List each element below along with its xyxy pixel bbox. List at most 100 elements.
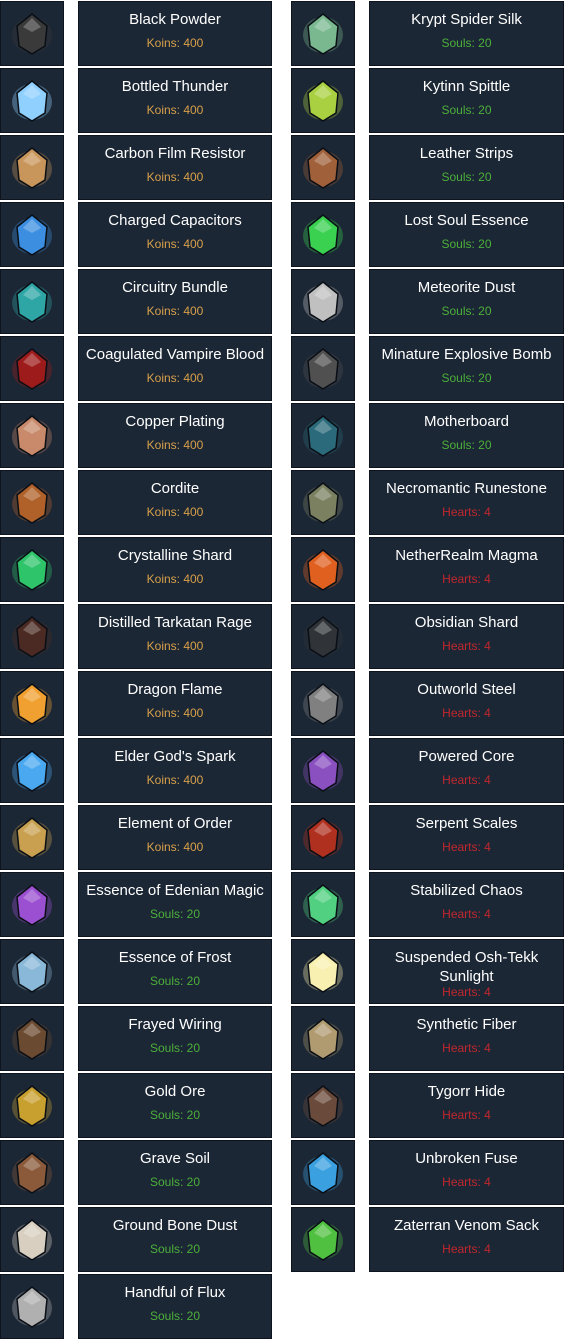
item-cost: Koins: 400 bbox=[146, 706, 204, 720]
necromantic-runestone-icon bbox=[291, 470, 355, 535]
item-card[interactable]: Coagulated Vampire Blood Koins: 400 bbox=[78, 336, 272, 401]
item-name: Handful of Flux bbox=[124, 1284, 226, 1301]
item-card[interactable]: Suspended Osh-Tekk Sunlight Hearts: 4 bbox=[369, 939, 564, 1004]
item-card[interactable]: Leather Strips Souls: 20 bbox=[369, 135, 564, 200]
item-card[interactable]: Outworld Steel Hearts: 4 bbox=[369, 671, 564, 736]
stabilized-chaos-icon bbox=[291, 872, 355, 937]
item-cost: Hearts: 4 bbox=[442, 505, 491, 519]
item-card[interactable]: Obsidian Shard Hearts: 4 bbox=[369, 604, 564, 669]
item-card[interactable]: Copper Plating Koins: 400 bbox=[78, 403, 272, 468]
item-card[interactable]: Essence of Edenian Magic Souls: 20 bbox=[78, 872, 272, 937]
item-cost: Koins: 400 bbox=[146, 237, 204, 251]
item-card[interactable]: Meteorite Dust Souls: 20 bbox=[369, 269, 564, 334]
item-card[interactable]: Element of Order Koins: 400 bbox=[78, 805, 272, 870]
item-card[interactable]: Dragon Flame Koins: 400 bbox=[78, 671, 272, 736]
item-cost: Hearts: 4 bbox=[442, 639, 491, 653]
item-cost: Souls: 20 bbox=[441, 371, 492, 385]
item-cost: Souls: 20 bbox=[441, 36, 492, 50]
item-cost: Koins: 400 bbox=[146, 304, 204, 318]
item-card[interactable]: Frayed Wiring Souls: 20 bbox=[78, 1006, 272, 1071]
item-name: Necromantic Runestone bbox=[386, 480, 547, 497]
outworld-steel-icon bbox=[291, 671, 355, 736]
powered-core-icon bbox=[291, 738, 355, 803]
item-name: Distilled Tarkatan Rage bbox=[98, 614, 252, 631]
item-card[interactable]: Elder God's Spark Koins: 400 bbox=[78, 738, 272, 803]
item-name: Unbroken Fuse bbox=[415, 1150, 518, 1167]
bottled-thunder-icon bbox=[0, 68, 64, 133]
item-card[interactable]: Stabilized Chaos Hearts: 4 bbox=[369, 872, 564, 937]
item-name: Cordite bbox=[150, 480, 200, 497]
item-card[interactable]: Ground Bone Dust Souls: 20 bbox=[78, 1207, 272, 1272]
item-card[interactable]: Crystalline Shard Koins: 400 bbox=[78, 537, 272, 602]
item-cost: Hearts: 4 bbox=[442, 840, 491, 854]
item-card[interactable]: Grave Soil Souls: 20 bbox=[78, 1140, 272, 1205]
osh-tekk-sunlight-icon bbox=[291, 939, 355, 1004]
item-name: NetherRealm Magma bbox=[395, 547, 538, 564]
item-name: Tygorr Hide bbox=[427, 1083, 506, 1100]
item-card[interactable]: Zaterran Venom Sack Hearts: 4 bbox=[369, 1207, 564, 1272]
item-name: Ground Bone Dust bbox=[112, 1217, 238, 1234]
item-card[interactable]: NetherRealm Magma Hearts: 4 bbox=[369, 537, 564, 602]
item-name: Elder God's Spark bbox=[114, 748, 236, 765]
item-card[interactable]: Charged Capacitors Koins: 400 bbox=[78, 202, 272, 267]
bone-dust-icon bbox=[0, 1207, 64, 1272]
item-cost: Koins: 400 bbox=[146, 36, 204, 50]
item-card[interactable]: Powered Core Hearts: 4 bbox=[369, 738, 564, 803]
item-cost: Hearts: 4 bbox=[442, 572, 491, 586]
essence-of-frost-icon bbox=[0, 939, 64, 1004]
black-powder-icon bbox=[0, 1, 64, 66]
item-card[interactable]: Cordite Koins: 400 bbox=[78, 470, 272, 535]
item-name: Dragon Flame bbox=[127, 681, 223, 698]
item-cost: Souls: 20 bbox=[149, 1108, 201, 1122]
item-name: Meteorite Dust bbox=[417, 279, 516, 296]
item-cost: Koins: 400 bbox=[146, 170, 204, 184]
item-card[interactable]: Carbon Film Resistor Koins: 400 bbox=[78, 135, 272, 200]
item-card[interactable]: Essence of Frost Souls: 20 bbox=[78, 939, 272, 1004]
item-card[interactable]: Minature Explosive Bomb Souls: 20 bbox=[369, 336, 564, 401]
item-name: Black Powder bbox=[129, 11, 221, 28]
item-card[interactable]: Gold Ore Souls: 20 bbox=[78, 1073, 272, 1138]
serpent-scales-icon bbox=[291, 805, 355, 870]
item-name: Bottled Thunder bbox=[121, 78, 229, 95]
item-cost: Koins: 400 bbox=[146, 773, 204, 787]
item-cost: Koins: 400 bbox=[146, 639, 204, 653]
item-cost: Hearts: 4 bbox=[442, 1175, 491, 1189]
item-name: Essence of Edenian Magic bbox=[86, 882, 264, 899]
item-name: Synthetic Fiber bbox=[416, 1016, 517, 1033]
item-name: Zaterran Venom Sack bbox=[393, 1217, 540, 1234]
item-card[interactable]: Serpent Scales Hearts: 4 bbox=[369, 805, 564, 870]
item-name: Carbon Film Resistor bbox=[104, 145, 246, 162]
item-card[interactable]: Circuitry Bundle Koins: 400 bbox=[78, 269, 272, 334]
item-card[interactable]: Kytinn Spittle Souls: 20 bbox=[369, 68, 564, 133]
item-cost: Hearts: 4 bbox=[442, 706, 491, 720]
kytinn-spittle-icon bbox=[291, 68, 355, 133]
item-card[interactable]: Tygorr Hide Hearts: 4 bbox=[369, 1073, 564, 1138]
item-card[interactable]: Krypt Spider Silk Souls: 20 bbox=[369, 1, 564, 66]
item-card[interactable]: Handful of Flux Souls: 20 bbox=[78, 1274, 272, 1339]
item-card[interactable]: Bottled Thunder Koins: 400 bbox=[78, 68, 272, 133]
circuitry-bundle-icon bbox=[0, 269, 64, 334]
item-cost: Koins: 400 bbox=[146, 572, 204, 586]
gold-ore-icon bbox=[0, 1073, 64, 1138]
dragon-flame-icon bbox=[0, 671, 64, 736]
cordite-icon bbox=[0, 470, 64, 535]
item-cost: Souls: 20 bbox=[149, 1041, 201, 1055]
item-cost: Souls: 20 bbox=[441, 438, 492, 452]
grave-soil-icon bbox=[0, 1140, 64, 1205]
item-card[interactable]: Unbroken Fuse Hearts: 4 bbox=[369, 1140, 564, 1205]
item-cost: Hearts: 4 bbox=[442, 907, 491, 921]
item-cost: Koins: 400 bbox=[146, 103, 204, 117]
item-card[interactable]: Synthetic Fiber Hearts: 4 bbox=[369, 1006, 564, 1071]
item-card[interactable]: Necromantic Runestone Hearts: 4 bbox=[369, 470, 564, 535]
item-cost: Hearts: 4 bbox=[442, 1041, 491, 1055]
item-name: Grave Soil bbox=[139, 1150, 211, 1167]
item-name: Motherboard bbox=[423, 413, 510, 430]
item-card[interactable]: Lost Soul Essence Souls: 20 bbox=[369, 202, 564, 267]
krypt-spider-silk-icon bbox=[291, 1, 355, 66]
item-card[interactable]: Black Powder Koins: 400 bbox=[78, 1, 272, 66]
item-card[interactable]: Distilled Tarkatan Rage Koins: 400 bbox=[78, 604, 272, 669]
item-name: Copper Plating bbox=[125, 413, 225, 430]
item-card[interactable]: Motherboard Souls: 20 bbox=[369, 403, 564, 468]
item-name: Suspended Osh-Tekk Sunlight bbox=[394, 949, 539, 985]
copper-plating-icon bbox=[0, 403, 64, 468]
